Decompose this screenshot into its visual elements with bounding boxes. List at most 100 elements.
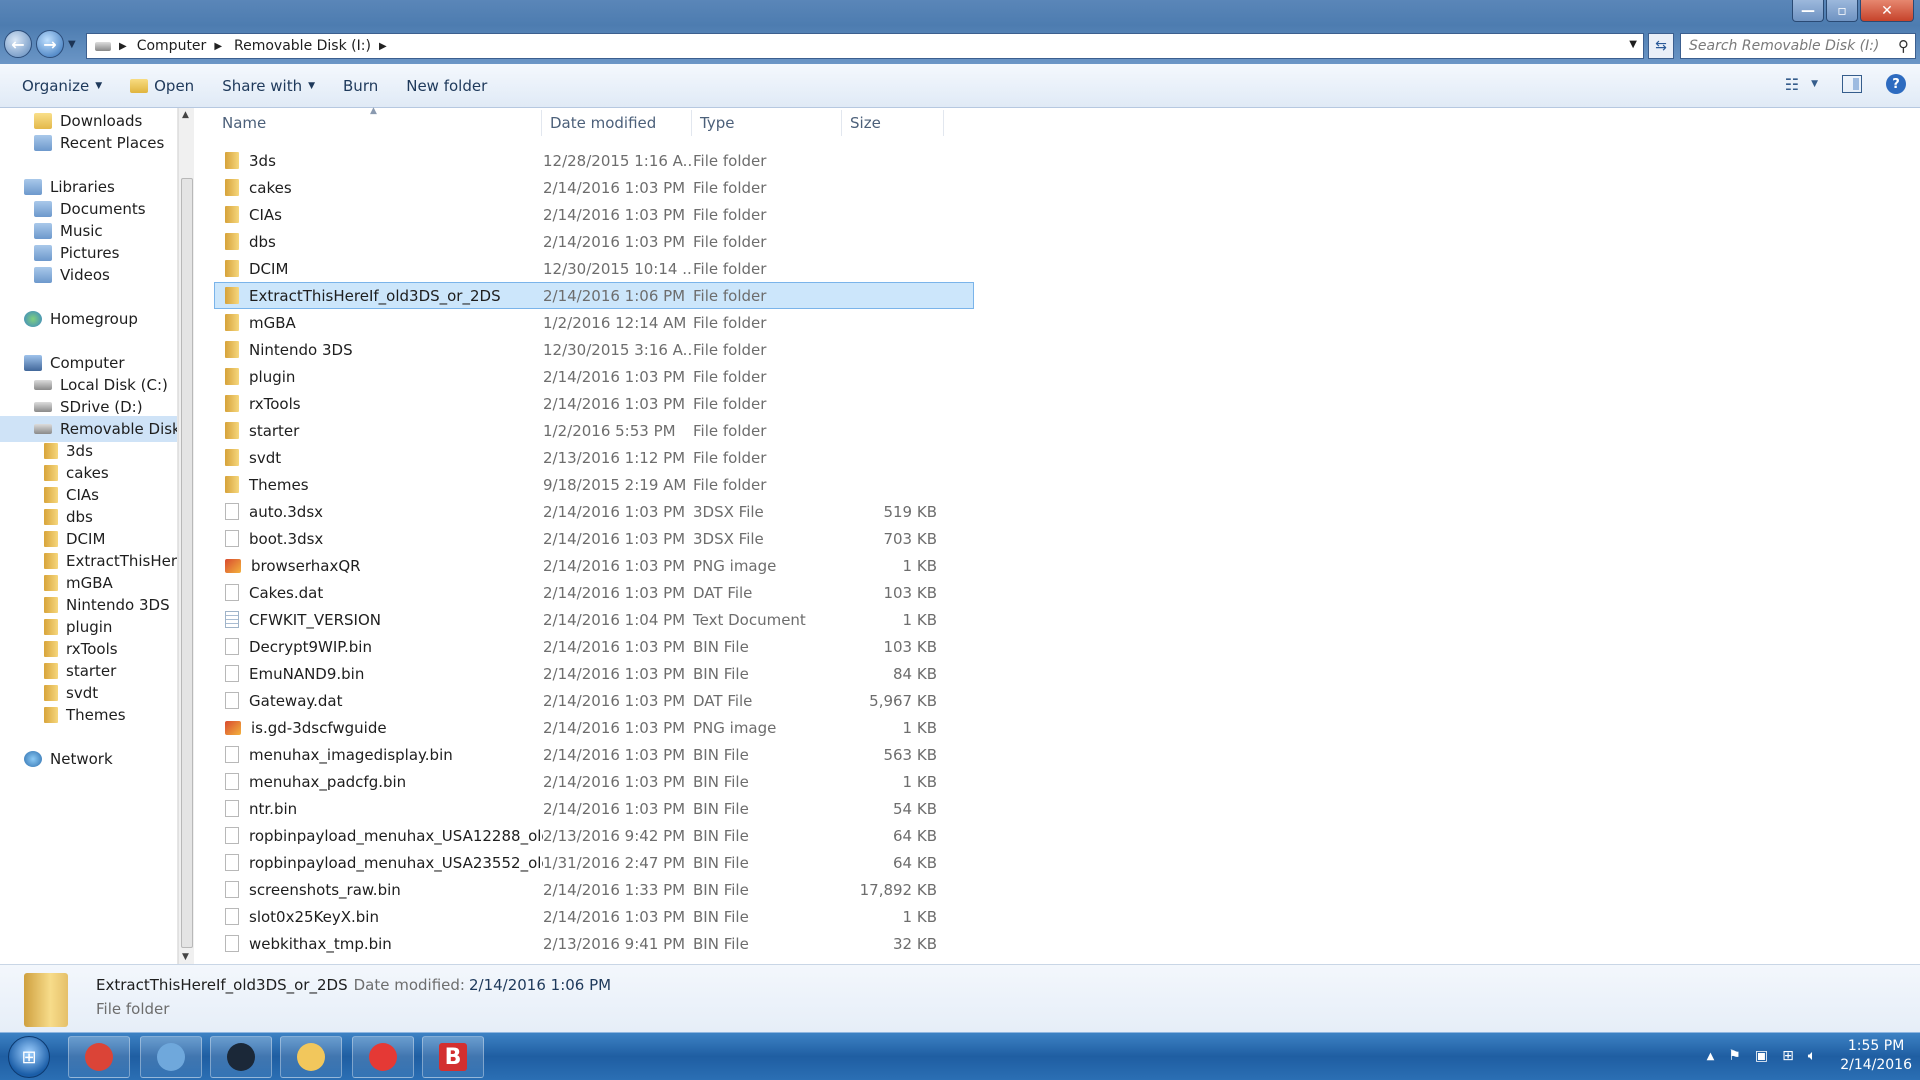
- clock[interactable]: 1:55 PM 2/14/2016: [1840, 1037, 1912, 1075]
- file-name: auto.3dsx: [249, 502, 324, 521]
- new-folder-button[interactable]: New folder: [392, 64, 501, 107]
- file-row[interactable]: Cakes.dat 2/14/2016 1:03 PM DAT File 103 KB: [214, 579, 974, 606]
- windows-icon[interactable]: ⊞: [1782, 1048, 1794, 1064]
- file-row[interactable]: menuhax_imagedisplay.bin 2/14/2016 1:03 P…: [214, 741, 974, 768]
- breadcrumb-removable-disk[interactable]: Removable Disk (I:) ▶: [234, 38, 387, 54]
- file-row[interactable]: 3ds 12/28/2015 1:16 A... File folder: [214, 147, 974, 174]
- scroll-up-icon[interactable]: ▲: [182, 110, 189, 120]
- file-row[interactable]: is.gd-3dscfwguide 2/14/2016 1:03 PM PNG im…: [214, 714, 974, 741]
- file-icon: [225, 692, 239, 709]
- nav-item-folder[interactable]: Themes: [44, 702, 126, 728]
- column-header-date[interactable]: Date modified: [542, 110, 692, 136]
- file-row[interactable]: mGBA 1/2/2016 12:14 AM File folder: [214, 309, 974, 336]
- breadcrumb-separator-icon[interactable]: ▶: [119, 41, 127, 52]
- breadcrumb-computer[interactable]: Computer ▶: [137, 38, 222, 54]
- search-input[interactable]: Search Removable Disk (I:) ⚲: [1680, 33, 1916, 59]
- forward-button[interactable]: →: [36, 30, 64, 58]
- file-row[interactable]: ntr.bin 2/14/2016 1:03 PM BIN File 54 KB: [214, 795, 974, 822]
- file-row[interactable]: Themes 9/18/2015 2:19 AM File folder: [214, 471, 974, 498]
- file-name-cell: Gateway.dat: [215, 692, 543, 710]
- action-center-flag-icon[interactable]: ⚑: [1728, 1048, 1741, 1064]
- nav-item-recent-places[interactable]: Recent Places: [34, 130, 164, 156]
- back-button[interactable]: ←: [4, 30, 32, 58]
- file-row[interactable]: CFWKIT_VERSION 2/14/2016 1:04 PM Text Docu…: [214, 606, 974, 633]
- nav-label: starter: [66, 662, 117, 680]
- file-row[interactable]: Nintendo 3DS 12/30/2015 3:16 A... File fol…: [214, 336, 974, 363]
- file-row[interactable]: browserhaxQR 2/14/2016 1:03 PM PNG image 1 …: [214, 552, 974, 579]
- refresh-button[interactable]: ⇆: [1648, 33, 1674, 59]
- scroll-down-icon[interactable]: ▼: [182, 952, 189, 962]
- file-row[interactable]: CIAs 2/14/2016 1:03 PM File folder: [214, 201, 974, 228]
- file-icon: [225, 638, 239, 655]
- file-row[interactable]: ropbinpayload_menuhax_USA12288_old... 2/1…: [214, 822, 974, 849]
- file-row[interactable]: svdt 2/13/2016 1:12 PM File folder: [214, 444, 974, 471]
- details-view-icon: ☷: [1784, 74, 1800, 94]
- file-row[interactable]: Gateway.dat 2/14/2016 1:03 PM DAT File 5,96…: [214, 687, 974, 714]
- breadcrumb-separator-icon[interactable]: ▶: [379, 41, 387, 52]
- burn-button[interactable]: Burn: [329, 64, 392, 107]
- address-bar[interactable]: ▶ Computer ▶ Removable Disk (I:) ▶ ▼: [86, 33, 1644, 59]
- file-name-cell: Decrypt9WIP.bin: [215, 638, 543, 656]
- file-row[interactable]: Decrypt9WIP.bin 2/14/2016 1:03 PM BIN File…: [214, 633, 974, 660]
- nav-item-videos[interactable]: Videos: [34, 262, 110, 288]
- file-row[interactable]: ropbinpayload_menuhax_USA23552_old... 1/3…: [214, 849, 974, 876]
- close-button[interactable]: ✕: [1860, 0, 1914, 22]
- recent-pages-dropdown-icon[interactable]: ▼: [68, 39, 76, 50]
- file-row[interactable]: dbs 2/14/2016 1:03 PM File folder: [214, 228, 974, 255]
- column-header-name[interactable]: Name ▲: [214, 106, 542, 136]
- file-type: BIN File: [693, 745, 749, 764]
- taskbar-app[interactable]: [68, 1036, 130, 1078]
- file-name: Nintendo 3DS: [249, 340, 353, 359]
- pictures-icon: [34, 245, 52, 261]
- details-name: ExtractThisHereIf_old3DS_or_2DS: [96, 976, 348, 994]
- file-date: 9/18/2015 2:19 AM: [543, 475, 687, 494]
- file-date: 2/14/2016 1:03 PM: [543, 529, 686, 548]
- minimize-button[interactable]: —: [1792, 0, 1824, 22]
- scrollbar-thumb[interactable]: [181, 178, 193, 948]
- file-date: 2/14/2016 1:03 PM: [543, 205, 686, 224]
- file-row[interactable]: ExtractThisHereIf_old3DS_or_2DS 2/14/2016…: [214, 282, 974, 309]
- column-header-type[interactable]: Type: [692, 110, 842, 136]
- taskbar-app[interactable]: B: [422, 1036, 484, 1078]
- file-row[interactable]: screenshots_raw.bin 2/14/2016 1:33 PM BIN …: [214, 876, 974, 903]
- volume-icon[interactable]: 🔈︎: [1808, 1048, 1816, 1064]
- file-row[interactable]: auto.3dsx 2/14/2016 1:03 PM 3DSX File 519 K…: [214, 498, 974, 525]
- taskbar-app[interactable]: [352, 1036, 414, 1078]
- file-row[interactable]: plugin 2/14/2016 1:03 PM File folder: [214, 363, 974, 390]
- file-row[interactable]: menuhax_padcfg.bin 2/14/2016 1:03 PM BIN F…: [214, 768, 974, 795]
- nav-item-network[interactable]: Network: [24, 746, 113, 772]
- open-button[interactable]: Open: [116, 64, 208, 107]
- organize-button[interactable]: Organize ▼: [0, 64, 116, 107]
- file-row[interactable]: EmuNAND9.bin 2/14/2016 1:03 PM BIN File 84 …: [214, 660, 974, 687]
- help-icon[interactable]: ?: [1886, 74, 1906, 94]
- file-row[interactable]: DCIM 12/30/2015 10:14 ... File folder: [214, 255, 974, 282]
- file-date: 2/13/2016 1:12 PM: [543, 448, 686, 467]
- file-row[interactable]: slot0x25KeyX.bin 2/14/2016 1:03 PM BIN Fil…: [214, 903, 974, 930]
- address-dropdown-icon[interactable]: ▼: [1629, 39, 1637, 50]
- network-status-icon[interactable]: ▣: [1755, 1048, 1768, 1064]
- file-row[interactable]: cakes 2/14/2016 1:03 PM File folder: [214, 174, 974, 201]
- taskbar-app[interactable]: [140, 1036, 202, 1078]
- taskbar-app[interactable]: [210, 1036, 272, 1078]
- nav-item-homegroup[interactable]: Homegroup: [24, 306, 138, 332]
- nav-label: plugin: [66, 618, 113, 636]
- file-row[interactable]: rxTools 2/14/2016 1:03 PM File folder: [214, 390, 974, 417]
- show-hidden-icons-icon[interactable]: ▲: [1707, 1051, 1715, 1062]
- file-type: File folder: [693, 421, 767, 440]
- nav-label: Downloads: [60, 112, 143, 130]
- file-row[interactable]: webkithax_tmp.bin 2/13/2016 9:41 PM BIN Fi…: [214, 930, 974, 957]
- start-button[interactable]: ⊞: [8, 1036, 50, 1078]
- preview-pane-icon[interactable]: [1842, 75, 1862, 93]
- file-row[interactable]: boot.3dsx 2/14/2016 1:03 PM 3DSX File 703 K…: [214, 525, 974, 552]
- taskbar-app[interactable]: [280, 1036, 342, 1078]
- change-view-button[interactable]: ☷ ▼: [1785, 75, 1818, 94]
- share-with-button[interactable]: Share with ▼: [208, 64, 329, 107]
- file-row[interactable]: starter 1/2/2016 5:53 PM File folder: [214, 417, 974, 444]
- column-header-size[interactable]: Size: [842, 110, 944, 136]
- breadcrumb-separator-icon[interactable]: ▶: [214, 41, 222, 52]
- search-icon[interactable]: ⚲: [1898, 37, 1909, 55]
- nav-scrollbar[interactable]: ▲ ▼: [178, 108, 194, 964]
- nav-label: Nintendo 3DS: [66, 596, 170, 614]
- maximize-button[interactable]: ▫: [1826, 0, 1858, 22]
- file-date: 2/14/2016 1:03 PM: [543, 502, 686, 521]
